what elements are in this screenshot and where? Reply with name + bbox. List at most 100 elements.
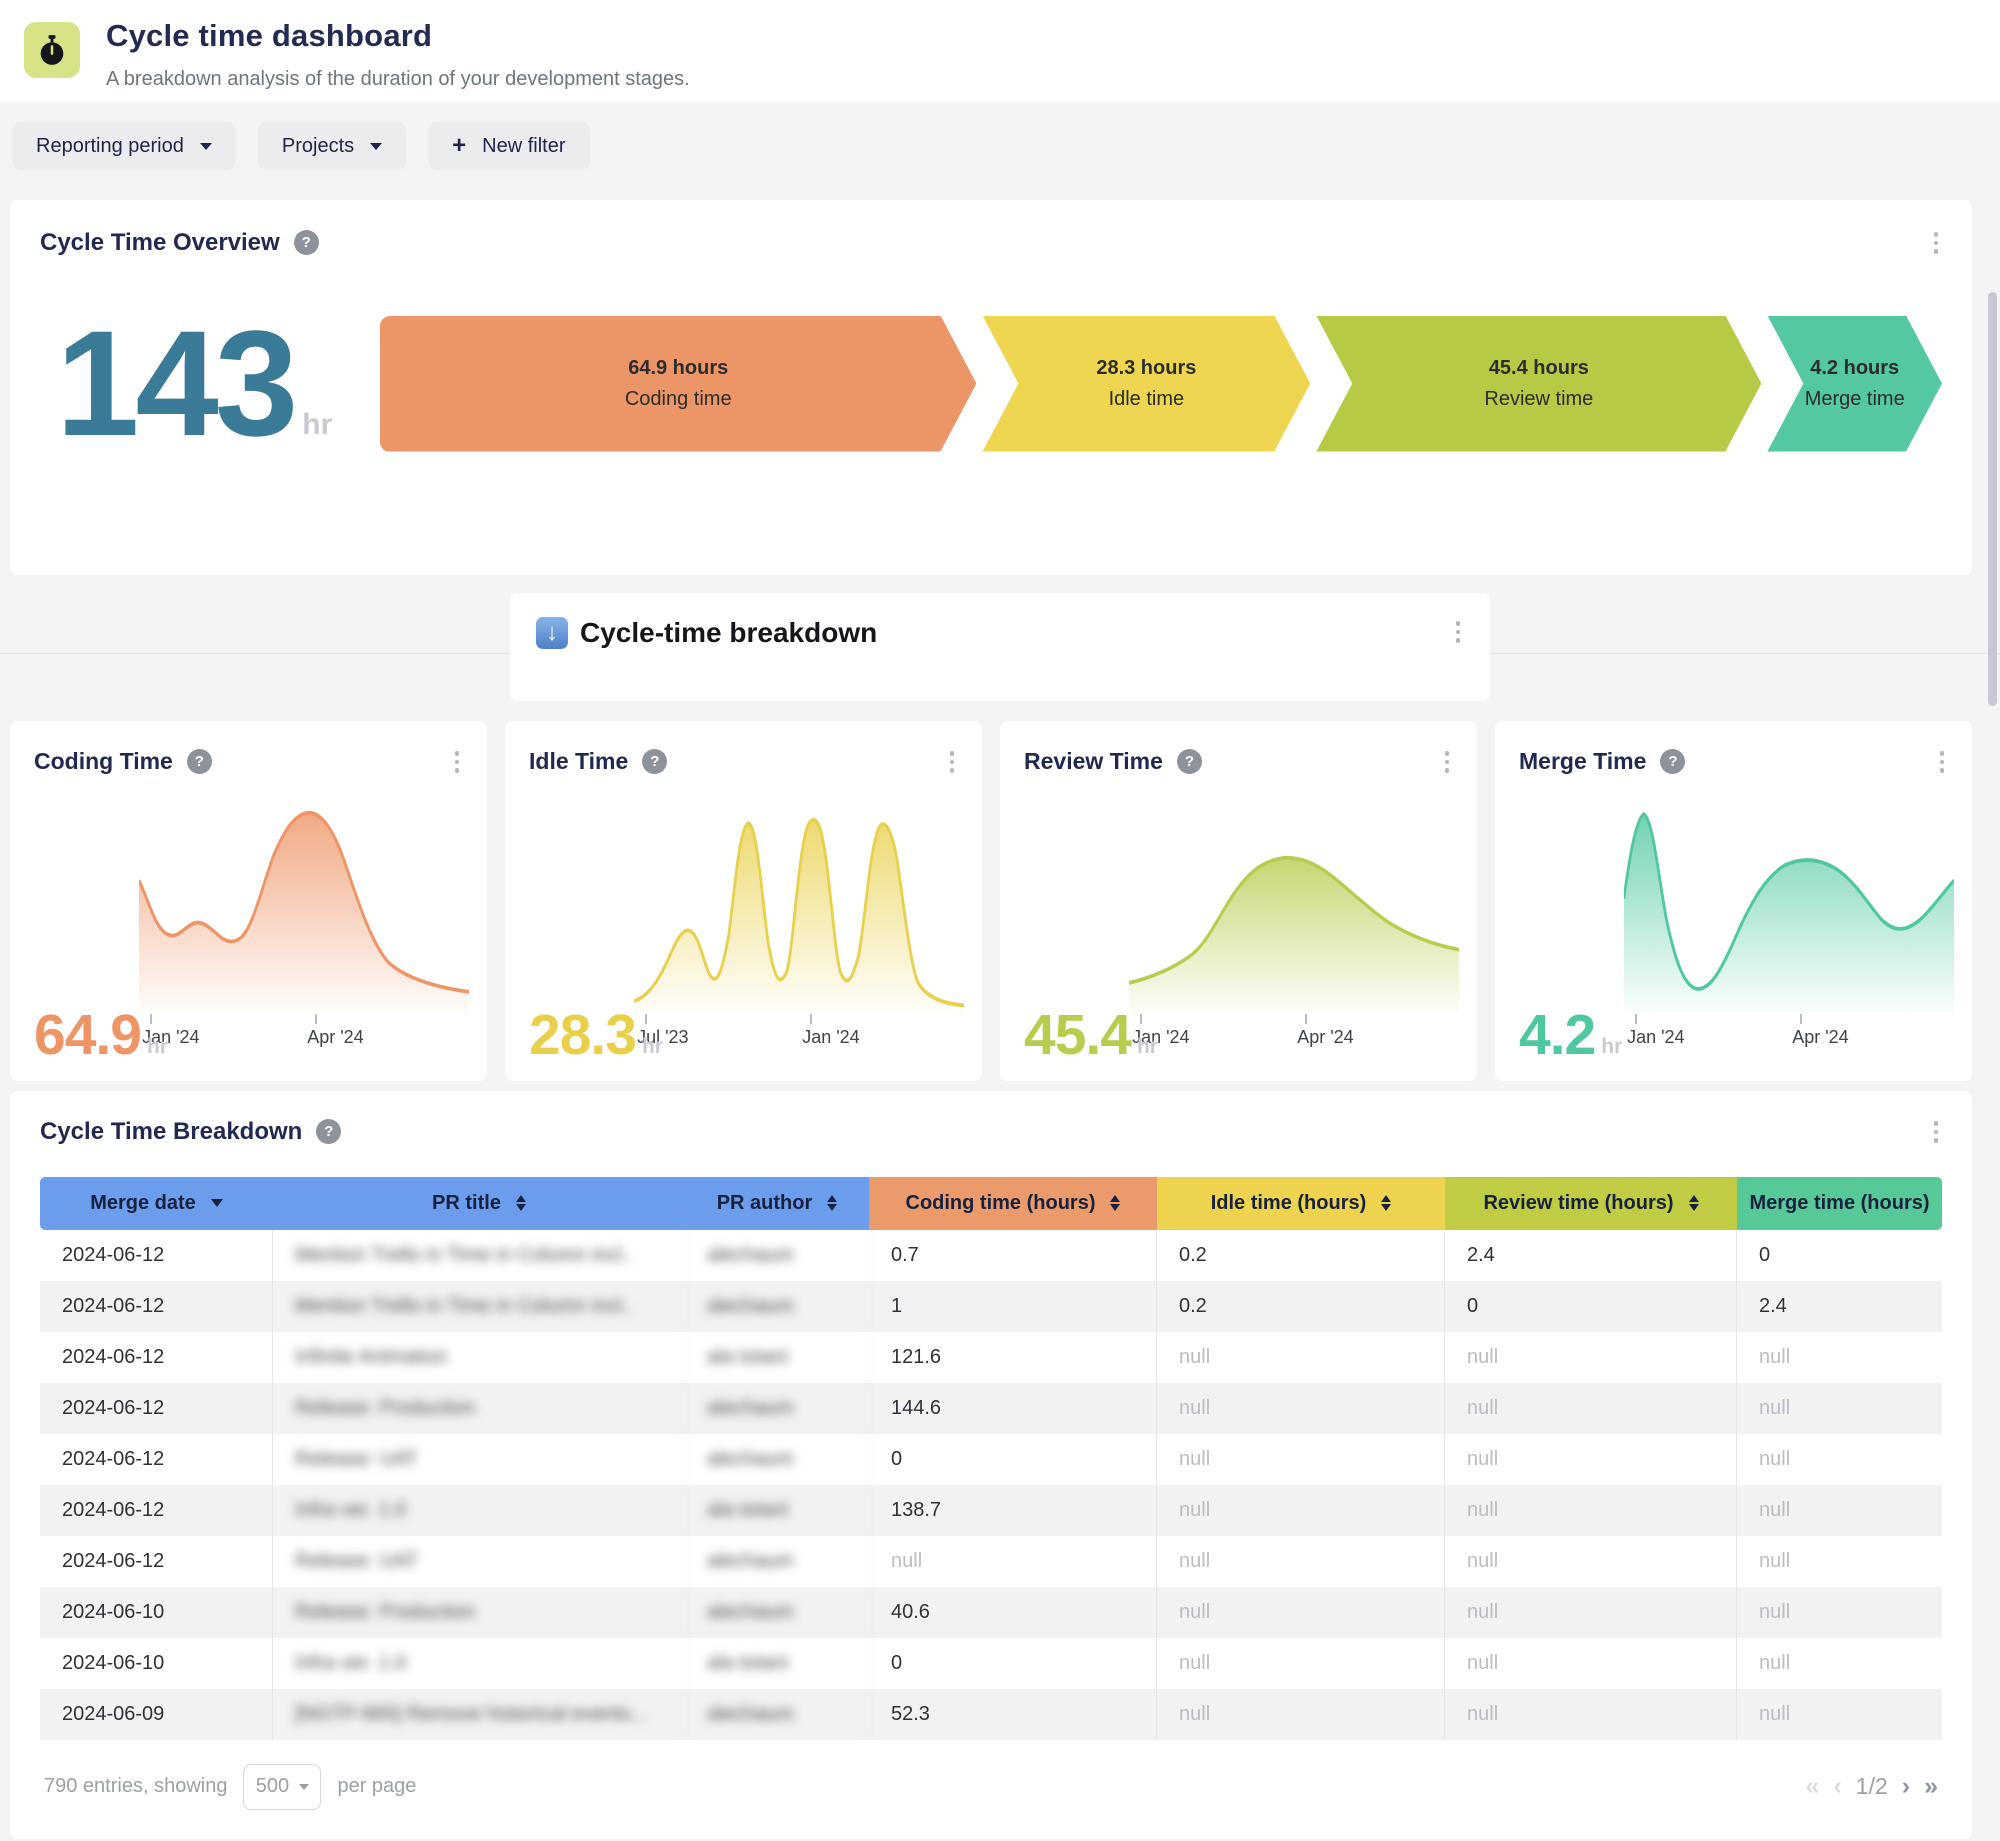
coding-time-cell: 0 [869, 1434, 1157, 1485]
metric-unit: hr [642, 1035, 663, 1059]
pr-title-cell: Infra ver. 1.0 [273, 1638, 685, 1689]
column-label: Review time (hours) [1483, 1192, 1673, 1215]
kebab-menu-button[interactable] [1452, 617, 1465, 647]
metric-cards-row: Coding Time ? Jan '24 Apr '24 64.9 hr Id… [10, 721, 1972, 1081]
merge-time-cell: null [1737, 1587, 1942, 1638]
merge-time-cell: null [1737, 1383, 1942, 1434]
chevron-down-icon [299, 1784, 309, 1790]
idle-time-cell: 0.2 [1157, 1281, 1445, 1332]
kebab-menu-button[interactable] [946, 747, 959, 777]
idle-time-cell: null [1157, 1383, 1445, 1434]
help-icon[interactable]: ? [316, 1119, 341, 1144]
column-header-pr-title[interactable]: PR title [273, 1177, 685, 1230]
kebab-menu-button[interactable] [451, 747, 464, 777]
merge-date-cell: 2024-06-12 [40, 1383, 273, 1434]
kebab-menu-button[interactable] [1930, 1117, 1943, 1147]
axis-tick: Apr '24 [1792, 1027, 1848, 1048]
review-time-sparkline [1129, 793, 1459, 1019]
axis-tick: Jan '24 [1627, 1027, 1684, 1048]
total-cycle-time-unit: hr [302, 408, 332, 442]
column-header-review-time-hours[interactable]: Review time (hours) [1445, 1177, 1737, 1230]
pr-title-cell: Infra ver. 1.0 [273, 1485, 685, 1536]
metric-unit: hr [1601, 1035, 1622, 1059]
x-axis: Jan '24 Apr '24 [1129, 1027, 1459, 1051]
help-icon[interactable]: ? [1660, 749, 1685, 774]
help-icon[interactable]: ? [294, 230, 319, 255]
stage-label: Review time [1484, 388, 1593, 411]
merge-date-cell: 2024-06-12 [40, 1485, 273, 1536]
table-title: Cycle Time Breakdown [40, 1118, 302, 1146]
x-axis: Jul '23 Jan '24 [634, 1027, 964, 1051]
kebab-menu-button[interactable] [1930, 228, 1943, 258]
pr-author-cell: alechaum [685, 1281, 869, 1332]
sort-icon [827, 1195, 837, 1212]
cycle-time-breakdown-banner: ↓ Cycle-time breakdown [510, 593, 1490, 701]
sort-icon [1689, 1195, 1699, 1212]
stage-label: Coding time [625, 388, 732, 411]
pr-title-cell: Release: Production [273, 1587, 685, 1638]
funnel-stage-review[interactable]: 45.4 hours Review time [1316, 316, 1761, 452]
column-header-coding-time-hours[interactable]: Coding time (hours) [869, 1177, 1157, 1230]
sort-icon [1381, 1195, 1391, 1212]
page-subtitle: A breakdown analysis of the duration of … [106, 68, 690, 91]
kebab-menu-button[interactable] [1936, 747, 1949, 777]
per-page-text: per page [337, 1775, 416, 1798]
merge-date-cell: 2024-06-09 [40, 1689, 273, 1740]
funnel-stage-idle[interactable]: 28.3 hours Idle time [982, 316, 1310, 452]
help-icon[interactable]: ? [1177, 749, 1202, 774]
last-page-button[interactable]: » [1924, 1774, 1938, 1799]
vertical-scrollbar[interactable] [1988, 292, 1997, 706]
help-icon[interactable]: ? [642, 749, 667, 774]
help-icon[interactable]: ? [187, 749, 212, 774]
stopwatch-icon [24, 22, 80, 78]
coding-time-cell: 0 [869, 1638, 1157, 1689]
page-size-select[interactable]: 500 [243, 1764, 321, 1810]
merge-time-cell: 0 [1737, 1230, 1942, 1281]
pr-title-cell: Infinite Animation [273, 1332, 685, 1383]
page-size-value: 500 [256, 1775, 289, 1798]
column-header-merge-time-hours[interactable]: Merge time (hours) [1737, 1177, 1942, 1230]
review-time-cell: null [1445, 1638, 1737, 1689]
first-page-button[interactable]: « [1806, 1774, 1820, 1799]
metric-value: 4.2 [1519, 1013, 1595, 1059]
projects-dropdown[interactable]: Projects [258, 122, 406, 170]
funnel-stage-merge[interactable]: 4.2 hours Merge time [1767, 316, 1942, 452]
table-row: 2024-06-12Release: UATalechaumnullnullnu… [40, 1536, 1942, 1587]
pr-title-cell: Release: UAT [273, 1434, 685, 1485]
pr-author-cell: ala totani [685, 1485, 869, 1536]
plus-icon: + [452, 134, 466, 158]
column-header-merge-date[interactable]: Merge date [40, 1177, 273, 1230]
pr-author-cell: alechaum [685, 1434, 869, 1485]
column-header-pr-author[interactable]: PR author [685, 1177, 869, 1230]
funnel-stage-coding[interactable]: 64.9 hours Coding time [380, 316, 976, 452]
pagination: « ‹ 1/2 › » [1806, 1773, 1938, 1800]
merge-time-cell: null [1737, 1332, 1942, 1383]
review-time-cell: null [1445, 1536, 1737, 1587]
metric-value: 45.4 [1024, 1013, 1131, 1059]
merge-date-cell: 2024-06-12 [40, 1536, 273, 1587]
coding-time-cell: 40.6 [869, 1587, 1157, 1638]
card-title: Coding Time [34, 748, 173, 775]
pr-title-cell: Mention Trello in Time in Column incl.. [273, 1230, 685, 1281]
merge-time-cell: null [1737, 1689, 1942, 1740]
kebab-menu-button[interactable] [1441, 747, 1454, 777]
table-row: 2024-06-09[NGTP-665] Remove historical e… [40, 1689, 1942, 1740]
pr-title-cell: [NGTP-665] Remove historical events... [273, 1689, 685, 1740]
review-time-cell: 2.4 [1445, 1230, 1737, 1281]
coding-time-cell: 144.6 [869, 1383, 1157, 1434]
pr-table: Merge datePR titlePR authorCoding time (… [40, 1177, 1942, 1740]
coding-time-card: Coding Time ? Jan '24 Apr '24 64.9 hr [10, 721, 487, 1081]
new-filter-button[interactable]: + New filter [428, 122, 589, 170]
axis-tick: Apr '24 [307, 1027, 363, 1048]
banner-title: Cycle-time breakdown [580, 617, 877, 649]
stage-value: 4.2 hours [1810, 357, 1899, 380]
next-page-button[interactable]: › [1902, 1774, 1910, 1799]
table-row: 2024-06-12Release: UATalechaum0nullnulln… [40, 1434, 1942, 1485]
previous-page-button[interactable]: ‹ [1833, 1774, 1841, 1799]
coding-time-cell: 52.3 [869, 1689, 1157, 1740]
merge-time-cell: null [1737, 1638, 1942, 1689]
merge-time-cell: null [1737, 1485, 1942, 1536]
reporting-period-dropdown[interactable]: Reporting period [12, 122, 236, 170]
stage-value: 28.3 hours [1096, 357, 1196, 380]
column-header-idle-time-hours[interactable]: Idle time (hours) [1157, 1177, 1445, 1230]
